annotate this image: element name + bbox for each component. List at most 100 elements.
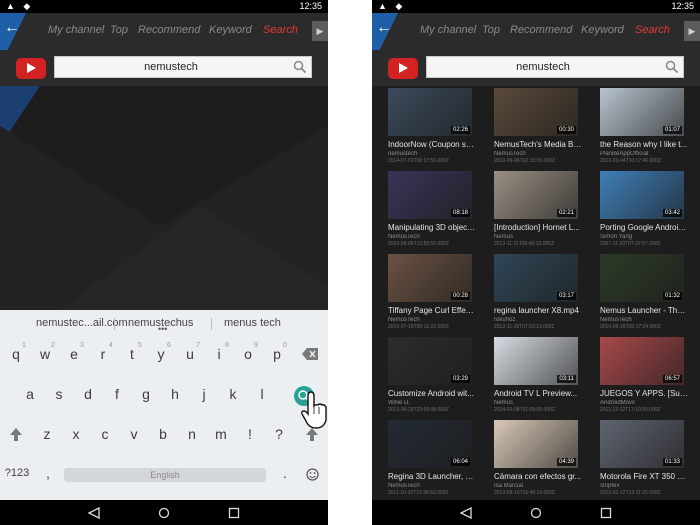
video-result-card[interactable]: 06:04 Regina 3D Launcher, wi... NemusTech 2… xyxy=(388,420,476,500)
key-question[interactable]: ? xyxy=(269,426,289,442)
key-m[interactable]: m xyxy=(211,426,231,442)
video-result-card[interactable]: 03:42 Porting Google Android... Simon Yang… xyxy=(600,171,688,251)
video-title[interactable]: Customize Android wit... xyxy=(388,389,476,398)
video-result-card[interactable]: 01:32 Nemus Launcher - The... NemusTech 201… xyxy=(600,254,688,334)
tab-keyword[interactable]: Keyword xyxy=(581,24,624,36)
tab-keyword[interactable]: Keyword xyxy=(209,24,252,36)
video-thumbnail[interactable]: 02:21 xyxy=(494,171,578,219)
video-title[interactable]: Regina 3D Launcher, wi... xyxy=(388,472,476,481)
key-g[interactable]: g xyxy=(136,386,156,402)
more-suggestions-icon[interactable]: ••• xyxy=(158,324,167,334)
suggestion-3[interactable]: menus tech xyxy=(224,317,281,329)
tab-top[interactable]: Top xyxy=(110,24,128,36)
key-n[interactable]: n xyxy=(182,426,202,442)
video-title[interactable]: Cámara con efectos gr... xyxy=(494,472,582,481)
search-input[interactable] xyxy=(427,57,659,77)
video-thumbnail[interactable]: 00:28 xyxy=(388,254,472,302)
symbols-key[interactable]: ?123 xyxy=(4,467,30,479)
video-thumbnail[interactable]: 03:17 xyxy=(494,254,578,302)
search-box[interactable] xyxy=(54,56,312,78)
nav-back-icon[interactable] xyxy=(88,507,100,519)
nav-home-icon[interactable] xyxy=(158,507,170,519)
space-bar[interactable]: English xyxy=(64,468,266,482)
key-s[interactable]: s xyxy=(49,386,69,402)
video-thumbnail[interactable]: 03:11 xyxy=(494,337,578,385)
nav-home-icon[interactable] xyxy=(530,507,542,519)
key-d[interactable]: d xyxy=(78,386,98,402)
nav-recents-icon[interactable] xyxy=(600,507,612,519)
video-result-card[interactable]: 02:26 IndoorNow (Coupon se... nemustech 201… xyxy=(388,88,476,168)
video-result-card[interactable]: 08:18 Manipulating 3D object... NemusTech 2… xyxy=(388,171,476,251)
video-result-card[interactable]: 04:39 Cámara con efectos gr... Isa Marcial… xyxy=(494,420,582,500)
key-h[interactable]: h xyxy=(165,386,185,402)
key-v[interactable]: v xyxy=(124,426,144,442)
key-z[interactable]: z xyxy=(37,426,57,442)
key-period[interactable]: . xyxy=(275,465,295,481)
video-title[interactable]: JUEGOS Y APPS. [Sug... xyxy=(600,389,688,398)
video-title[interactable]: NemusTech's Media Br... xyxy=(494,140,582,149)
key-a[interactable]: a xyxy=(20,386,40,402)
video-title[interactable]: IndoorNow (Coupon se... xyxy=(388,140,476,149)
video-result-card[interactable]: 03:11 Android TV L Preview... Nemus 2014-02… xyxy=(494,337,580,417)
search-icon[interactable] xyxy=(293,60,307,74)
video-title[interactable]: Tiffany Page Curl Effec... xyxy=(388,306,476,315)
video-title[interactable]: [Introduction] Hornet L... xyxy=(494,223,582,232)
tab-recommend[interactable]: Recommend xyxy=(510,24,572,36)
back-arrow-icon[interactable]: ← xyxy=(376,19,392,37)
video-title[interactable]: regina launcher X8.mp4 xyxy=(494,306,582,315)
video-result-card[interactable]: 03:29 Customize Android wit... Willie D. 20… xyxy=(388,337,474,417)
search-box[interactable] xyxy=(426,56,684,78)
key-comma[interactable]: , xyxy=(38,465,58,481)
nav-back-icon[interactable] xyxy=(460,507,472,519)
video-thumbnail[interactable]: 06:57 xyxy=(600,337,684,385)
video-thumbnail[interactable]: 03:42 xyxy=(600,171,684,219)
shift-icon[interactable] xyxy=(10,428,22,442)
video-title[interactable]: Motorola Fire XT 350 N... xyxy=(600,472,688,481)
video-date: 2010-09-06T02:15:05.000Z xyxy=(494,158,555,164)
key-f[interactable]: f xyxy=(107,386,127,402)
tab-my-channel[interactable]: My channel xyxy=(48,24,104,36)
video-result-card[interactable]: 00:30 NemusTech's Media Br... NemusTech 201… xyxy=(494,88,582,168)
video-thumbnail[interactable]: 03:29 xyxy=(388,337,472,385)
video-result-card[interactable]: 01:33 Motorola Fire XT 350 N... stripfex 20… xyxy=(600,420,688,500)
video-result-card[interactable]: 00:28 Tiffany Page Curl Effec... NemusTech… xyxy=(388,254,476,334)
video-thumbnail[interactable]: 08:18 xyxy=(388,171,472,219)
play-menu-icon[interactable]: ▶ xyxy=(312,21,328,41)
video-title[interactable]: Android TV L Preview... xyxy=(494,389,582,398)
tab-search[interactable]: Search xyxy=(635,24,670,36)
video-result-card[interactable]: 06:57 JUEGOS Y APPS. [Sug... AndroidMovil 2… xyxy=(600,337,688,417)
emoji-icon[interactable] xyxy=(306,468,319,481)
video-thumbnail[interactable]: 00:30 xyxy=(494,88,578,136)
video-thumbnail[interactable]: 06:04 xyxy=(388,420,472,468)
key-j[interactable]: j xyxy=(194,386,214,402)
video-thumbnail[interactable]: 04:39 xyxy=(494,420,578,468)
key-exclamation[interactable]: ! xyxy=(240,426,260,442)
video-thumbnail[interactable]: 01:07 xyxy=(600,88,684,136)
search-input[interactable] xyxy=(55,57,287,77)
shift-icon[interactable] xyxy=(306,428,318,442)
key-b[interactable]: b xyxy=(153,426,173,442)
tab-my-channel[interactable]: My channel xyxy=(420,24,476,36)
key-c[interactable]: c xyxy=(95,426,115,442)
video-title[interactable]: Manipulating 3D object... xyxy=(388,223,476,232)
tab-top[interactable]: Top xyxy=(482,24,500,36)
backspace-icon[interactable] xyxy=(302,348,318,360)
key-x[interactable]: x xyxy=(66,426,86,442)
tab-search[interactable]: Search xyxy=(263,24,298,36)
video-thumbnail[interactable]: 02:26 xyxy=(388,88,472,136)
nav-recents-icon[interactable] xyxy=(228,507,240,519)
play-menu-icon[interactable]: ▶ xyxy=(684,21,700,41)
video-result-card[interactable]: 03:17 regina launcher X8.mp4 rokuhoz 2013-1… xyxy=(494,254,580,334)
video-result-card[interactable]: 02:21 [Introduction] Hornet L... Nemus 2013… xyxy=(494,171,580,251)
key-l[interactable]: l xyxy=(252,386,272,402)
video-title[interactable]: Porting Google Android... xyxy=(600,223,688,232)
key-k[interactable]: k xyxy=(223,386,243,402)
video-thumbnail[interactable]: 01:32 xyxy=(600,254,684,302)
search-icon[interactable] xyxy=(665,60,679,74)
video-title[interactable]: the Reason why I like t... xyxy=(600,140,688,149)
back-arrow-icon[interactable]: ← xyxy=(4,19,20,37)
video-result-card[interactable]: 01:07 the Reason why I like t... PlanBeApp… xyxy=(600,88,688,168)
video-title[interactable]: Nemus Launcher - The... xyxy=(600,306,688,315)
tab-recommend[interactable]: Recommend xyxy=(138,24,200,36)
video-thumbnail[interactable]: 01:33 xyxy=(600,420,684,468)
